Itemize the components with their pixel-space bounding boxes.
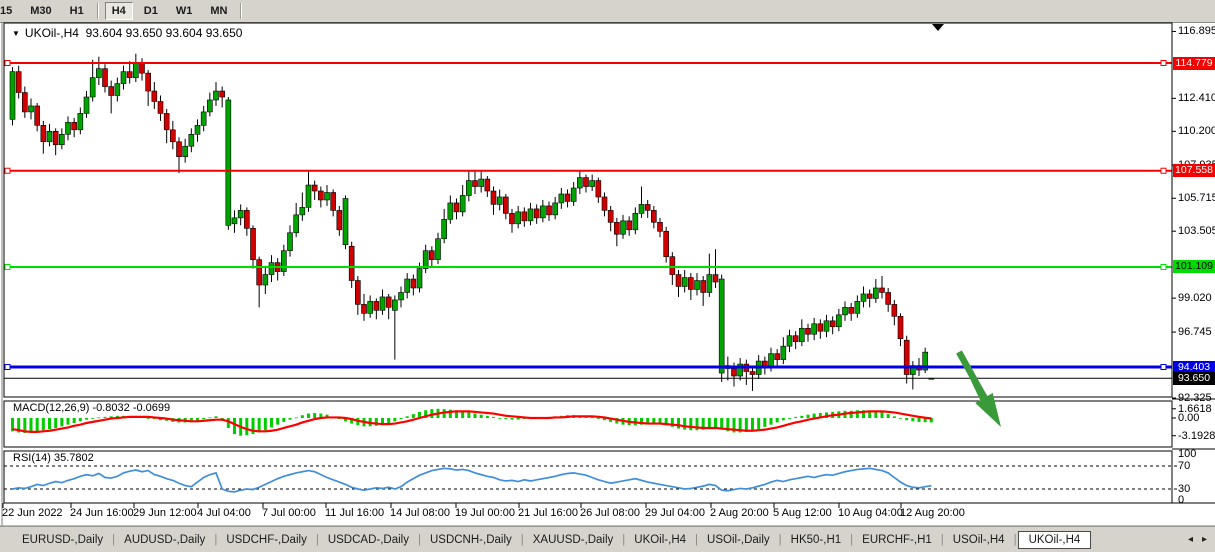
time-label: 7 Jul 00:00 (262, 507, 316, 519)
time-label: 14 Jul 08:00 (390, 507, 450, 519)
chart-canvas[interactable] (0, 0, 1215, 552)
price-badge: 114.779 (1173, 57, 1215, 70)
hline-anchor[interactable] (5, 365, 10, 370)
tab-separator: | (214, 534, 217, 546)
time-label: 11 Jul 16:00 (325, 507, 384, 519)
macd-indicator-label: MACD(12,26,9) -0.8032 -0.0699 (13, 402, 170, 414)
chart-shift-marker-icon[interactable] (932, 24, 944, 31)
price-tick-label: 116.895 (1178, 26, 1215, 37)
tab-separator: | (418, 534, 421, 546)
hline-anchor[interactable] (5, 264, 10, 269)
time-label: 5 Aug 12:00 (773, 507, 832, 519)
tab-separator: | (941, 534, 944, 546)
hline-anchor[interactable] (5, 168, 10, 173)
price-badge: 101.109 (1173, 260, 1215, 273)
rsi-indicator-label: RSI(14) 35.7802 (13, 452, 94, 464)
tab-scroll-arrows: ◂▸ (1188, 534, 1215, 545)
tab-separator: | (622, 534, 625, 546)
rsi-line (13, 468, 932, 492)
hline-anchor[interactable] (1161, 168, 1166, 173)
tab-USOil-,Daily[interactable]: USOil-,Daily (699, 531, 778, 549)
hline-anchor[interactable] (5, 61, 10, 66)
time-label: 24 Jun 16:00 (70, 507, 134, 519)
tab-separator: | (521, 534, 524, 546)
time-label: 26 Jul 08:00 (580, 507, 640, 519)
tab-EURCHF-,H1[interactable]: EURCHF-,H1 (854, 531, 940, 549)
tab-separator: | (316, 534, 319, 546)
price-tick-label: 105.715 (1178, 193, 1215, 204)
chart-title: ▼ UKOil-,H4 93.604 93.650 93.604 93.650 (12, 26, 242, 40)
time-label: 19 Jul 00:00 (455, 507, 515, 519)
candles-layer (10, 54, 934, 391)
tab-separator: | (779, 534, 782, 546)
mt4-window: 15M30H1H4D1W1MN ▼UKOil-,H4 93.604 93.650… (0, 0, 1215, 552)
tab-USDCAD-,Daily[interactable]: USDCAD-,Daily (320, 531, 417, 549)
chart-tabs-bar: EURUSD-,Daily|AUDUSD-,Daily|USDCHF-,Dail… (0, 526, 1215, 552)
price-tick-label: 96.745 (1178, 327, 1212, 338)
hline-anchor[interactable] (1161, 264, 1166, 269)
time-label: 10 Aug 04:00 (838, 507, 903, 519)
macd-tick-label: 0.00 (1178, 413, 1199, 424)
tab-separator: | (1014, 534, 1017, 546)
price-tick-label: 103.505 (1178, 226, 1215, 237)
tab-HK50-,H1[interactable]: HK50-,H1 (783, 531, 850, 549)
chart-ohlc-readout: 93.604 93.650 93.604 93.650 (86, 26, 243, 40)
tab-AUDUSD-,Daily[interactable]: AUDUSD-,Daily (116, 531, 213, 549)
tab-UKOil-,H4[interactable]: UKOil-,H4 (1018, 531, 1092, 549)
price-badge: 107.558 (1173, 164, 1215, 177)
chart-symbol: UKOil-,H4 (25, 26, 79, 40)
macd-tick-label: -3.1928 (1178, 431, 1215, 442)
rsi-tick-label: 100 (1178, 449, 1196, 460)
trend-arrow[interactable] (957, 351, 1001, 427)
rsi-tick-label: 70 (1178, 461, 1190, 472)
price-tick-label: 110.200 (1178, 126, 1215, 137)
tab-USDCHF-,Daily[interactable]: USDCHF-,Daily (218, 531, 315, 549)
tab-XAUUSD-,Daily[interactable]: XAUUSD-,Daily (525, 531, 622, 549)
rsi-pane (4, 466, 1177, 492)
hline-anchor[interactable] (1161, 365, 1166, 370)
time-label: 22 Jun 2022 (2, 507, 63, 519)
time-label: 12 Aug 20:00 (900, 507, 965, 519)
tab-UKOil-,H4[interactable]: UKOil-,H4 (626, 531, 694, 549)
tab-separator: | (850, 534, 853, 546)
time-label: 29 Jul 04:00 (645, 507, 705, 519)
time-label: 21 Jul 16:00 (518, 507, 578, 519)
tab-USDCNH-,Daily[interactable]: USDCNH-,Daily (422, 531, 520, 549)
tab-scroll-left-icon[interactable]: ◂ (1188, 534, 1193, 545)
tab-scroll-right-icon[interactable]: ▸ (1202, 534, 1207, 545)
chart-dropdown-arrow-icon[interactable]: ▼ (12, 29, 20, 38)
tab-separator: | (112, 534, 115, 546)
time-label: 29 Jun 12:00 (133, 507, 197, 519)
hline-anchor[interactable] (1161, 61, 1166, 66)
price-tick-label: 112.410 (1178, 93, 1215, 104)
time-label: 4 Jul 04:00 (197, 507, 251, 519)
price-badge: 93.650 (1173, 372, 1215, 385)
rsi-tick-label: 0 (1178, 495, 1184, 506)
tab-separator: | (695, 534, 698, 546)
price-tick-label: 99.020 (1178, 293, 1212, 304)
tab-USOil-,H4[interactable]: USOil-,H4 (945, 531, 1013, 549)
tab-EURUSD-,Daily[interactable]: EURUSD-,Daily (14, 531, 111, 549)
macd-signal-line (13, 411, 932, 432)
time-label: 2 Aug 20:00 (710, 507, 769, 519)
